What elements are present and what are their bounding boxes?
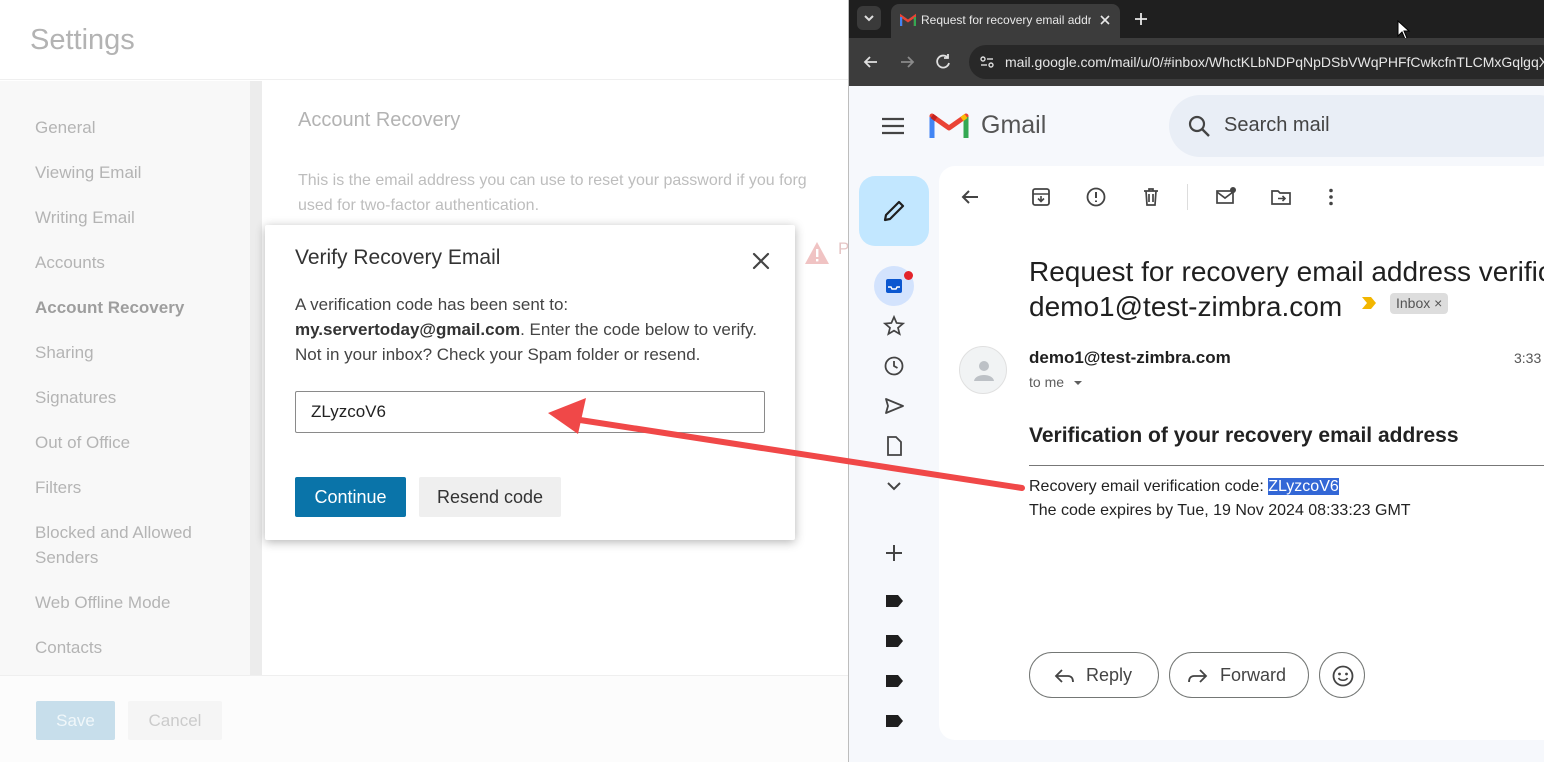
avatar[interactable] <box>959 346 1007 394</box>
browser-toolbar: mail.google.com/mail/u/0/#inbox/WhctKLbN… <box>849 38 1544 86</box>
email-heading: Verification of your recovery email addr… <box>1029 424 1459 447</box>
zimbra-settings-window: Settings General Viewing Email Writing E… <box>0 0 849 762</box>
archive-icon[interactable] <box>1030 186 1052 208</box>
mouse-cursor-icon <box>1397 20 1411 40</box>
clock-icon[interactable] <box>883 355 905 377</box>
code-expiry-line: The code expires by Tue, 19 Nov 2024 08:… <box>1029 502 1411 519</box>
back-arrow-icon[interactable] <box>861 52 881 72</box>
plus-icon[interactable] <box>883 542 905 564</box>
search-icon[interactable] <box>1187 114 1211 138</box>
reload-icon[interactable] <box>933 52 953 72</box>
dialog-message-line-2: my.servertoday@gmail.com. Enter the code… <box>295 317 775 342</box>
label-icon[interactable] <box>883 590 905 612</box>
address-bar[interactable]: mail.google.com/mail/u/0/#inbox/WhctKLbN… <box>969 45 1544 79</box>
reply-button[interactable]: Reply <box>1029 652 1159 698</box>
gmail-app: Gmail Search mail Request for recovery e… <box>849 86 1544 762</box>
tab-strip: Request for recovery email addr <box>849 0 1544 40</box>
message-panel: Request for recovery email address verif… <box>939 166 1544 740</box>
dialog-message-line-3: Not in your inbox? Check your Spam folde… <box>295 345 701 364</box>
email-subject-line-1: Request for recovery email address verif… <box>1029 256 1544 287</box>
verification-code-highlighted[interactable]: ZLyzcoV6 <box>1268 478 1339 495</box>
send-icon[interactable] <box>883 395 905 417</box>
sender-address[interactable]: demo1@test-zimbra.com <box>1029 348 1231 368</box>
tab-close-icon[interactable] <box>1097 12 1113 28</box>
code-label: Recovery email verification code: <box>1029 478 1269 495</box>
verify-recovery-email-dialog: Verify Recovery Email A verification cod… <box>265 225 795 540</box>
browser-window: Request for recovery email addr mail.goo… <box>848 0 1544 762</box>
dialog-message-line-1: A verification code has been sent to: <box>295 295 569 314</box>
recipient-details-toggle[interactable]: to me <box>1029 374 1084 390</box>
emoji-reaction-button[interactable] <box>1319 652 1365 698</box>
important-marker-icon[interactable] <box>1361 296 1377 310</box>
trash-icon[interactable] <box>1140 186 1162 208</box>
draft-icon[interactable] <box>883 435 905 457</box>
move-to-icon[interactable] <box>1270 186 1292 208</box>
gmail-logo-icon <box>929 113 969 138</box>
unread-dot <box>904 271 913 280</box>
inbox-label-text: Inbox <box>1396 295 1431 311</box>
gmail-logo-text: Gmail <box>981 111 1047 139</box>
emoji-icon <box>1332 665 1354 687</box>
continue-button[interactable]: Continue <box>295 477 406 517</box>
more-options-icon[interactable] <box>1320 186 1342 208</box>
report-spam-icon[interactable] <box>1085 186 1107 208</box>
email-subject-line-2: demo1@test-zimbra.com <box>1029 291 1343 322</box>
forward-icon <box>1188 669 1208 683</box>
divider <box>1029 465 1544 466</box>
person-icon <box>974 361 994 381</box>
tab-search-button[interactable] <box>857 6 881 30</box>
label-icon[interactable] <box>883 670 905 692</box>
url-text: mail.google.com/mail/u/0/#inbox/WhctKLbN… <box>1005 54 1544 70</box>
search-bar[interactable]: Search mail <box>1169 95 1544 157</box>
rail-item-inbox[interactable] <box>874 266 914 306</box>
dialog-title: Verify Recovery Email <box>295 246 501 269</box>
inbox-icon <box>886 279 902 293</box>
inbox-label-chip[interactable]: Inbox × <box>1390 293 1449 314</box>
dialog-message: A verification code has been sent to: my… <box>295 292 775 367</box>
chevron-down-icon[interactable] <box>883 475 905 497</box>
forward-label: Forward <box>1220 665 1287 685</box>
gmail-favicon-icon <box>900 13 916 26</box>
to-me-text: to me <box>1029 374 1065 390</box>
resend-code-button[interactable]: Resend code <box>419 477 561 517</box>
pencil-icon <box>883 200 905 222</box>
star-icon[interactable] <box>883 315 905 337</box>
recipient-email: my.servertoday@gmail.com <box>295 320 521 339</box>
reply-icon <box>1054 669 1074 683</box>
main-menu-icon[interactable] <box>881 116 905 136</box>
search-input[interactable]: Search mail <box>1224 114 1330 137</box>
email-subject: Request for recovery email address verif… <box>1029 254 1544 324</box>
back-arrow-icon[interactable] <box>959 186 981 208</box>
mark-unread-icon[interactable] <box>1215 186 1237 208</box>
caret-down-icon <box>1073 381 1082 385</box>
reply-label: Reply <box>1086 665 1133 685</box>
toolbar-divider <box>1187 184 1188 210</box>
forward-arrow-icon[interactable] <box>897 52 917 72</box>
chevron-down-icon <box>864 15 874 22</box>
label-icon[interactable] <box>883 630 905 652</box>
forward-button[interactable]: Forward <box>1169 652 1309 698</box>
label-icon[interactable] <box>883 710 905 732</box>
new-tab-icon[interactable] <box>1131 9 1151 29</box>
verification-code-line: Recovery email verification code: ZLyzco… <box>1029 478 1339 496</box>
message-time: 3:33 <box>1514 350 1542 366</box>
dialog-message-line-2-rest: . Enter the code below to verify. <box>520 320 757 339</box>
browser-tab-active[interactable]: Request for recovery email addr <box>891 4 1120 38</box>
verification-code-input[interactable] <box>295 391 765 433</box>
site-settings-icon[interactable] <box>979 54 995 70</box>
close-icon[interactable] <box>749 249 773 273</box>
tab-title: Request for recovery email addr <box>921 13 1091 27</box>
compose-button[interactable] <box>859 176 929 246</box>
